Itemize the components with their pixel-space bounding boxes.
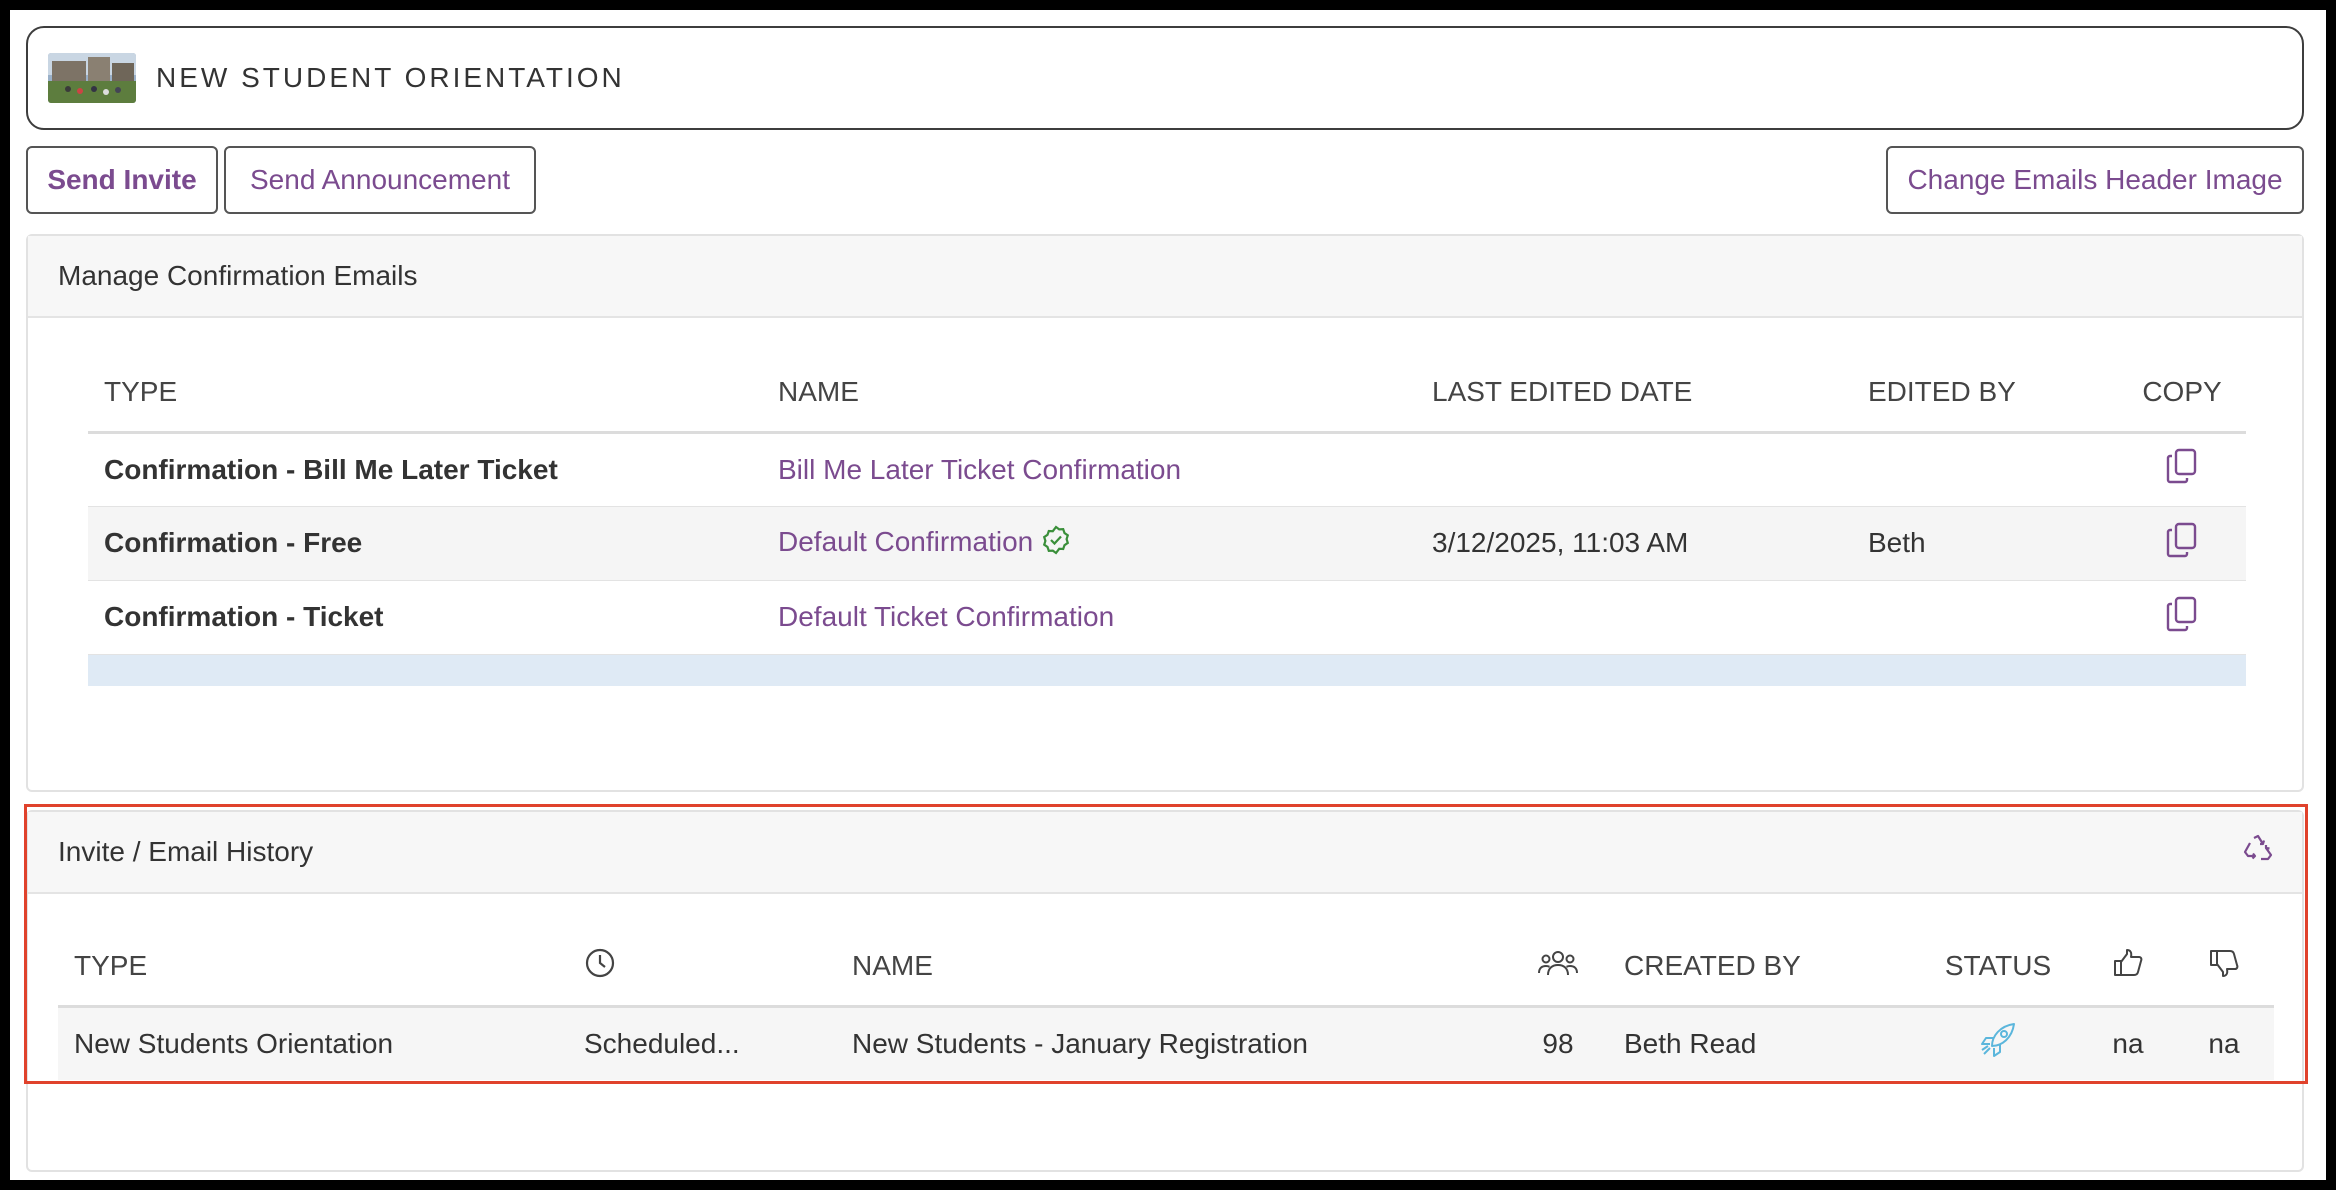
column-header-created-by[interactable]: CREATED BY	[1608, 928, 1914, 1008]
row-likes: na	[2082, 1006, 2174, 1080]
rocket-icon	[1978, 1023, 2018, 1066]
confirmation-panel-title: Manage Confirmation Emails	[58, 260, 418, 291]
row-created-by: Beth Read	[1608, 1006, 1914, 1080]
table-header-row: TYPE NAME CREATED BY STATUS	[58, 928, 2274, 1008]
table-row: Confirmation - Bill Me Later Ticket Bill…	[88, 432, 2246, 507]
row-type: Confirmation - Ticket	[88, 580, 762, 655]
confirmation-panel-header: Manage Confirmation Emails	[28, 236, 2302, 318]
copy-cell	[2118, 506, 2246, 581]
column-header-copy: COPY	[2118, 354, 2246, 434]
table-header-row: TYPE NAME LAST EDITED DATE EDITED BY COP…	[88, 354, 2246, 434]
column-header-status[interactable]: STATUS	[1914, 928, 2082, 1008]
default-check-icon	[1041, 524, 1071, 562]
column-header-schedule[interactable]	[568, 928, 836, 1008]
change-emails-header-image-button[interactable]: Change Emails Header Image	[1886, 146, 2304, 214]
row-type: Confirmation - Free	[88, 506, 762, 581]
row-schedule: Scheduled...	[568, 1006, 836, 1080]
confirmation-emails-table: TYPE NAME LAST EDITED DATE EDITED BY COP…	[88, 354, 2246, 686]
row-type: New Students Orientation	[58, 1006, 568, 1080]
row-last-edited	[1416, 432, 1852, 507]
row-last-edited: 3/12/2025, 11:03 AM	[1416, 506, 1852, 581]
table-row: Confirmation - Free Default Confirmation…	[88, 506, 2246, 581]
thumbs-up-icon	[2112, 948, 2144, 985]
page-title: NEW STUDENT ORIENTATION	[156, 62, 625, 93]
copy-icon[interactable]	[2165, 522, 2199, 565]
column-header-type[interactable]: TYPE	[58, 928, 568, 1008]
column-header-edited-by[interactable]: EDITED BY	[1852, 354, 2118, 434]
clock-icon	[584, 948, 616, 985]
column-header-name[interactable]: NAME	[836, 928, 1508, 1008]
table-row[interactable]: New Students Orientation Scheduled... Ne…	[58, 1006, 2274, 1080]
email-name-link[interactable]: Default Ticket Confirmation	[778, 601, 1114, 632]
history-panel-header: Invite / Email History	[28, 812, 2302, 894]
email-name-link[interactable]: Default Confirmation	[778, 525, 1033, 556]
event-thumbnail-image	[48, 53, 136, 103]
history-panel-title: Invite / Email History	[58, 836, 314, 867]
selected-empty-row	[88, 654, 2246, 686]
row-dislikes: na	[2174, 1006, 2274, 1080]
row-name-cell: Default Ticket Confirmation	[762, 580, 1416, 655]
table-row: Confirmation - Ticket Default Ticket Con…	[88, 580, 2246, 655]
email-history-panel: Invite / Email History TYPE NAME CREATED…	[26, 810, 2304, 1172]
column-header-last-edited[interactable]: LAST EDITED DATE	[1416, 354, 1852, 434]
send-announcement-button[interactable]: Send Announcement	[224, 146, 536, 214]
email-history-table: TYPE NAME CREATED BY STATUS New Students…	[58, 928, 2274, 1080]
copy-cell	[2118, 580, 2246, 655]
copy-icon[interactable]	[2165, 448, 2199, 491]
copy-cell	[2118, 432, 2246, 507]
column-header-type[interactable]: TYPE	[88, 354, 762, 434]
thumbs-down-icon	[2208, 949, 2240, 985]
row-edited-by: Beth	[1852, 506, 2118, 581]
row-name-cell: Default Confirmation	[762, 506, 1416, 581]
empty-cell	[88, 654, 2246, 686]
recycle-icon[interactable]	[2242, 834, 2274, 871]
row-last-edited	[1416, 580, 1852, 655]
event-title-card: NEW STUDENT ORIENTATION	[26, 26, 2304, 130]
column-header-name[interactable]: NAME	[762, 354, 1416, 434]
row-name: New Students - January Registration	[836, 1006, 1508, 1080]
column-header-recipients[interactable]	[1508, 928, 1608, 1008]
copy-icon[interactable]	[2165, 596, 2199, 639]
page-canvas: NEW STUDENT ORIENTATION Send Invite Send…	[10, 10, 2326, 1180]
column-header-likes[interactable]	[2082, 928, 2174, 1008]
row-edited-by	[1852, 432, 2118, 507]
confirmation-emails-panel: Manage Confirmation Emails TYPE NAME LAS…	[26, 234, 2304, 792]
send-invite-button[interactable]: Send Invite	[26, 146, 218, 214]
email-name-link[interactable]: Bill Me Later Ticket Confirmation	[778, 454, 1181, 485]
row-edited-by	[1852, 580, 2118, 655]
column-header-dislikes[interactable]	[2174, 928, 2274, 1008]
row-recipients: 98	[1508, 1006, 1608, 1080]
row-status	[1914, 1006, 2082, 1080]
row-name-cell: Bill Me Later Ticket Confirmation	[762, 432, 1416, 507]
row-type: Confirmation - Bill Me Later Ticket	[88, 432, 762, 507]
people-icon	[1538, 950, 1578, 985]
